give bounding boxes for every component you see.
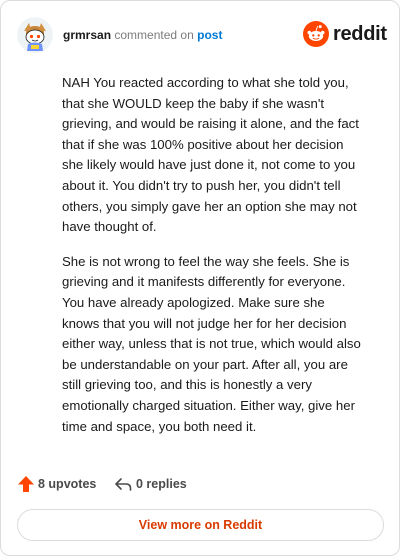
reddit-brand[interactable]: reddit [303,21,387,49]
post-link[interactable]: post [197,28,222,42]
replies-button[interactable]: 0 replies [114,473,214,495]
action-text: commented on [114,28,194,42]
reddit-wordmark: reddit [333,23,387,45]
upvote-arrow-icon [18,476,34,492]
upvote-count: 8 upvotes [38,477,97,491]
user-avatar-icon[interactable] [17,17,53,53]
comment-paragraph-2: She is not wrong to feel the way she fee… [62,253,361,434]
reply-arrow-icon [115,478,132,491]
reddit-logo-icon [303,21,329,47]
replies-count: 0 replies [136,477,187,491]
upvote-button[interactable]: 8 upvotes [17,473,107,495]
view-more-on-reddit-button[interactable]: View more on Reddit [17,509,384,541]
comment-paragraph-1: NAH You reacted according to what she to… [62,75,359,235]
comment-meta: grmrsan commented on post [63,27,222,43]
comment-body: NAH You reacted according to what she to… [62,73,362,451]
comment-header: grmrsan commented on post reddit [17,17,387,53]
embedded-comment-card: grmrsan commented on post reddit NAH You… [0,0,400,556]
author-username[interactable]: grmrsan [63,28,111,42]
comment-footer: 8 upvotes 0 replies [17,473,317,495]
